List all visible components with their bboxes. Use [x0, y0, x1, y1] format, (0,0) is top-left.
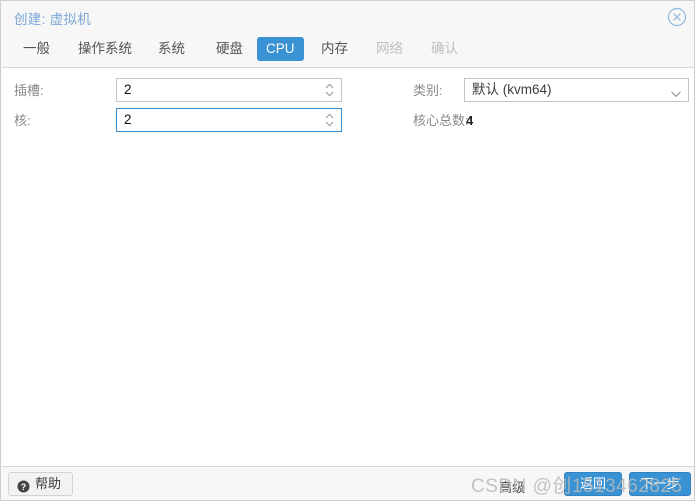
sockets-label: 插槽:	[14, 83, 44, 98]
cores-value: 2	[124, 112, 132, 127]
sockets-spinner-arrows-icon[interactable]	[323, 81, 336, 99]
cpu-settings-panel: 插槽: 2 核: 2 类别: 默认 (kvm64) 核心总数: 4	[2, 67, 694, 467]
cores-spinner-arrows-icon[interactable]	[323, 111, 336, 129]
cores-label: 核:	[14, 113, 31, 128]
sockets-value: 2	[124, 82, 132, 97]
dialog-title: 创建: 虚拟机	[14, 12, 92, 27]
total-cores-value: 4	[466, 113, 474, 128]
next-button[interactable]: 下一步	[629, 472, 691, 496]
cores-input[interactable]: 2	[116, 108, 342, 132]
help-button[interactable]: ? 帮助	[8, 472, 74, 496]
close-icon[interactable]	[667, 7, 687, 27]
back-button[interactable]: 返回	[564, 472, 622, 496]
tab-general[interactable]: 一般	[14, 37, 59, 61]
cpu-type-select[interactable]: 默认 (kvm64)	[464, 78, 689, 102]
tab-disks[interactable]: 硬盘	[207, 37, 252, 61]
tab-os[interactable]: 操作系统	[69, 37, 141, 61]
help-button-label: 帮助	[35, 476, 62, 491]
cpu-type-label: 类别:	[413, 83, 443, 98]
svg-text:?: ?	[21, 481, 27, 491]
tab-memory[interactable]: 内存	[312, 37, 357, 61]
sockets-input[interactable]: 2	[116, 78, 342, 102]
tab-cpu[interactable]: CPU	[257, 37, 304, 61]
tab-confirm: 确认	[431, 41, 458, 56]
chevron-down-icon[interactable]	[670, 86, 682, 98]
question-mark-icon: ?	[17, 478, 30, 492]
dialog-footer: ? 帮助 高级 返回 下一步	[2, 468, 694, 500]
advanced-toggle[interactable]: 高级	[499, 477, 525, 496]
dialog-titlebar: 创建: 虚拟机	[1, 1, 694, 33]
tab-network: 网络	[376, 41, 403, 56]
total-cores-label: 核心总数:	[413, 113, 469, 128]
tab-system[interactable]: 系统	[149, 37, 194, 61]
wizard-tabbar: 一般 操作系统 系统 硬盘 CPU 内存 网络 确认	[1, 33, 694, 67]
cpu-type-value: 默认 (kvm64)	[472, 82, 552, 97]
create-vm-dialog: 创建: 虚拟机 一般 操作系统 系统 硬盘 CPU 内存 网络 确认 插槽: 2	[0, 0, 695, 501]
